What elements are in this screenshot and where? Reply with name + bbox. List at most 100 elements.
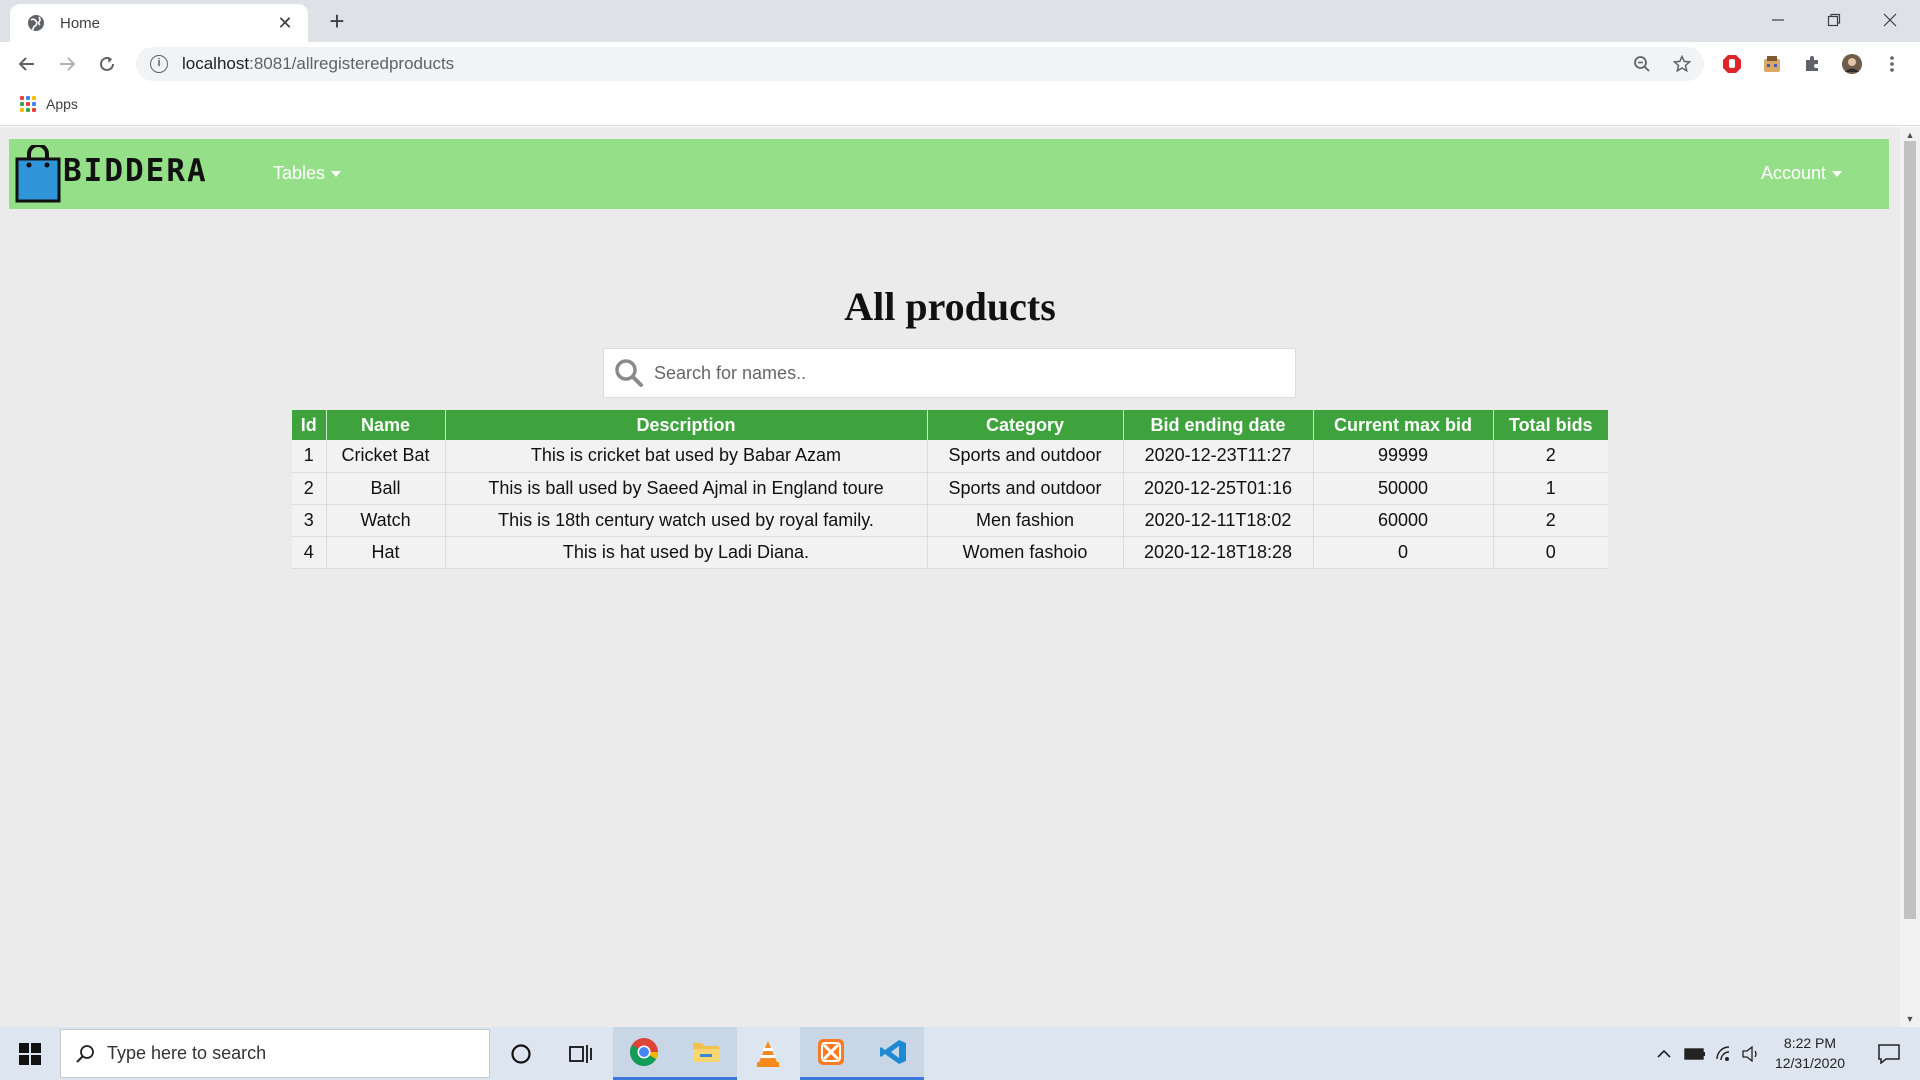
browser-menu-icon[interactable] xyxy=(1880,52,1904,76)
apps-label: Apps xyxy=(46,96,78,112)
cell-current-max-bid: 50000 xyxy=(1313,472,1494,505)
scroll-down-arrow-icon[interactable]: ▼ xyxy=(1904,1013,1916,1025)
vlc-taskbar-button[interactable] xyxy=(737,1027,799,1080)
column-header-description[interactable]: Description xyxy=(445,410,928,440)
bookmarks-bar: Apps xyxy=(0,86,1920,126)
column-header-category[interactable]: Category xyxy=(927,410,1124,440)
task-view-icon xyxy=(569,1044,592,1063)
site-navbar: BIDDERA Tables Account xyxy=(9,139,1889,209)
cortana-button[interactable] xyxy=(490,1027,552,1080)
xampp-taskbar-button[interactable] xyxy=(800,1027,862,1080)
folder-icon xyxy=(693,1043,719,1062)
cell-total-bids: 1 xyxy=(1493,472,1608,505)
reload-icon[interactable] xyxy=(92,49,122,79)
bookmark-star-icon[interactable] xyxy=(1670,52,1694,76)
task-view-button[interactable] xyxy=(550,1027,612,1080)
cell-category: Sports and outdoor xyxy=(927,472,1124,505)
battery-icon xyxy=(1684,1047,1705,1060)
tables-dropdown[interactable]: Tables xyxy=(273,163,342,184)
file-explorer-taskbar-button[interactable] xyxy=(675,1027,737,1080)
chevron-up-icon xyxy=(1657,1049,1671,1058)
scroll-thumb[interactable] xyxy=(1904,141,1916,919)
scroll-up-arrow-icon[interactable]: ▲ xyxy=(1904,129,1916,141)
page-scrollbar[interactable]: ▲ ▼ xyxy=(1900,127,1920,1027)
table-header-row: Id Name Description Category Bid ending … xyxy=(292,410,1608,440)
url-host: localhost xyxy=(182,54,250,73)
globe-icon xyxy=(26,13,46,33)
site-info-icon[interactable]: i xyxy=(150,55,168,73)
forward-icon[interactable] xyxy=(52,49,82,79)
brand-logo[interactable]: BIDDERA xyxy=(15,143,208,203)
new-tab-button[interactable]: + xyxy=(322,6,352,36)
cell-category: Sports and outdoor xyxy=(927,440,1124,473)
cell-description: This is ball used by Saeed Ajmal in Engl… xyxy=(445,472,928,505)
column-header-id[interactable]: Id xyxy=(292,410,327,440)
column-header-total-bids[interactable]: Total bids xyxy=(1493,410,1608,440)
url-text: localhost:8081/allregisteredproducts xyxy=(182,54,454,74)
back-icon[interactable] xyxy=(12,49,42,79)
restore-button[interactable] xyxy=(1806,0,1862,40)
chrome-icon xyxy=(630,1038,658,1066)
volume-button[interactable] xyxy=(1740,1027,1764,1080)
vscode-icon xyxy=(880,1040,906,1064)
cell-id: 4 xyxy=(292,536,327,569)
xampp-icon xyxy=(818,1039,844,1065)
cell-total-bids: 2 xyxy=(1493,504,1608,537)
adblock-extension-icon[interactable] xyxy=(1720,52,1744,76)
cell-current-max-bid: 99999 xyxy=(1313,440,1494,473)
cell-total-bids: 2 xyxy=(1493,440,1608,473)
apps-shortcut[interactable]: Apps xyxy=(20,96,78,112)
extensions-puzzle-icon[interactable] xyxy=(1800,52,1824,76)
chrome-taskbar-button[interactable] xyxy=(613,1027,675,1080)
table-row[interactable]: 1 Cricket Bat This is cricket bat used b… xyxy=(292,440,1608,473)
browser-tab-strip: Home ✕ + xyxy=(0,0,1920,42)
address-bar[interactable]: i localhost:8081/allregisteredproducts xyxy=(136,47,1704,81)
product-search-box[interactable] xyxy=(603,348,1296,398)
cell-description: This is 18th century watch used by royal… xyxy=(445,504,928,537)
network-button[interactable] xyxy=(1712,1027,1738,1080)
action-center-button[interactable] xyxy=(1864,1027,1914,1080)
tables-label: Tables xyxy=(273,163,326,183)
table-row[interactable]: 4 Hat This is hat used by Ladi Diana. Wo… xyxy=(292,536,1608,569)
cell-name: Watch xyxy=(326,504,446,537)
column-header-name[interactable]: Name xyxy=(326,410,446,440)
search-icon xyxy=(76,1044,94,1063)
notification-icon xyxy=(1878,1043,1900,1064)
wifi-icon xyxy=(1716,1045,1730,1061)
account-dropdown[interactable]: Account xyxy=(1761,163,1843,184)
column-header-bid-ending-date[interactable]: Bid ending date xyxy=(1123,410,1314,440)
speaker-icon xyxy=(1742,1045,1757,1062)
cell-total-bids: 0 xyxy=(1493,536,1608,569)
zoom-icon[interactable] xyxy=(1630,52,1654,76)
vscode-taskbar-button[interactable] xyxy=(862,1027,924,1080)
cortana-icon xyxy=(511,1043,531,1064)
window-close-button[interactable] xyxy=(1862,0,1918,40)
browser-tab[interactable]: Home ✕ xyxy=(10,4,308,42)
battery-button[interactable] xyxy=(1682,1027,1708,1080)
start-button[interactable] xyxy=(0,1027,60,1080)
column-header-current-max-bid[interactable]: Current max bid xyxy=(1313,410,1494,440)
cell-category: Women fashoio xyxy=(927,536,1124,569)
account-label: Account xyxy=(1761,163,1827,183)
extension-icon[interactable] xyxy=(1760,52,1784,76)
shopping-bag-icon xyxy=(15,143,61,203)
taskbar-search-placeholder: Type here to search xyxy=(107,1043,267,1063)
cell-bid-ending-date: 2020-12-25T01:16 xyxy=(1123,472,1314,505)
cell-current-max-bid: 0 xyxy=(1313,536,1494,569)
page-content: BIDDERA Tables Account All products Id N… xyxy=(0,127,1900,1027)
tab-close-icon[interactable]: ✕ xyxy=(274,13,296,34)
vlc-cone-icon xyxy=(757,1040,779,1067)
cell-id: 3 xyxy=(292,504,327,537)
clock-date: 12/31/2020 xyxy=(1774,1055,1846,1071)
cell-id: 2 xyxy=(292,472,327,505)
taskbar-search-box[interactable]: Type here to search xyxy=(60,1029,490,1078)
show-hidden-icons-button[interactable] xyxy=(1652,1027,1676,1080)
cell-id: 1 xyxy=(292,440,327,473)
system-clock[interactable]: 8:22 PM 12/31/2020 xyxy=(1764,1033,1856,1073)
cell-name: Cricket Bat xyxy=(326,440,446,473)
search-input[interactable] xyxy=(654,362,1274,384)
profile-avatar[interactable] xyxy=(1840,52,1864,76)
minimize-button[interactable] xyxy=(1750,0,1806,40)
table-row[interactable]: 2 Ball This is ball used by Saeed Ajmal … xyxy=(292,472,1608,505)
table-row[interactable]: 3 Watch This is 18th century watch used … xyxy=(292,504,1608,537)
